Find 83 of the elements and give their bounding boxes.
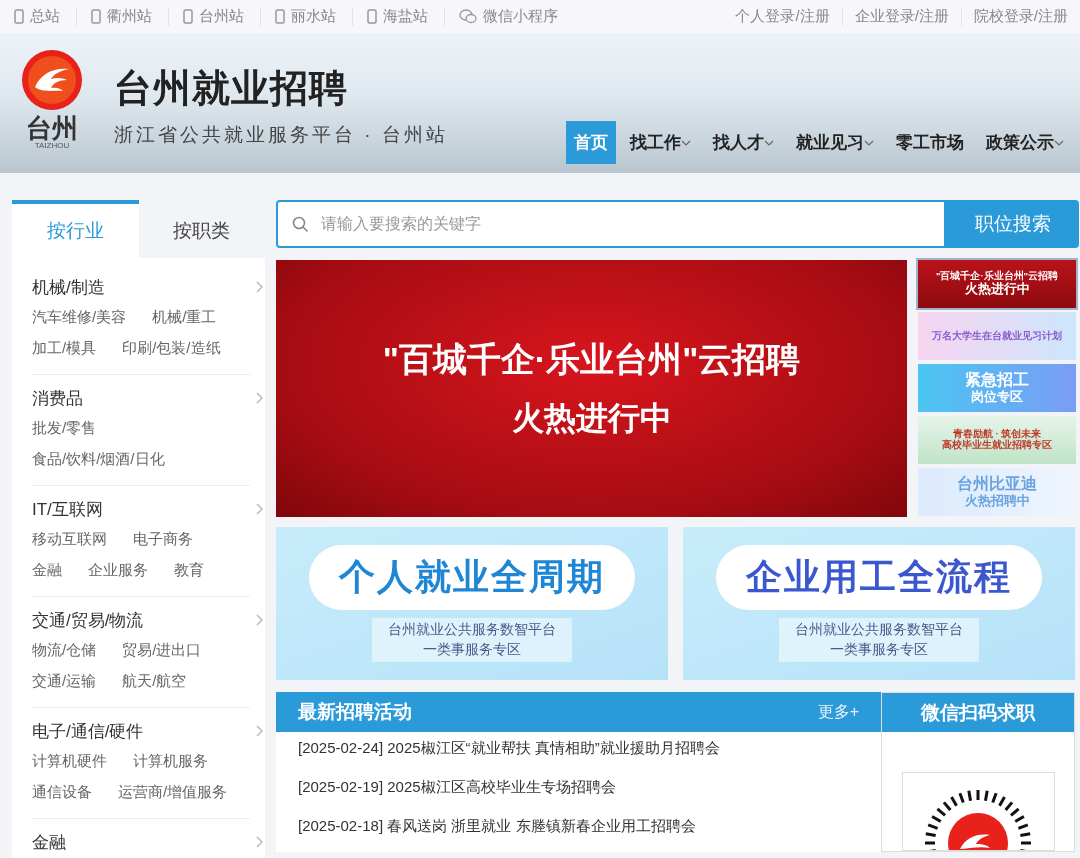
logo-subtext: TAIZHOU [34,141,70,150]
site-link[interactable]: 台州站 [183,7,261,26]
subcategory-link[interactable]: 电子商务 [133,530,193,549]
search-bar[interactable]: 请输入要搜索的关键字 [276,200,946,248]
wechat-icon [459,9,477,24]
category-title[interactable]: 消费品 [32,383,264,413]
nav-item[interactable]: 政策公示 [978,121,1072,164]
site-link[interactable]: 海盐站 [367,7,445,26]
subcategory-link[interactable]: 教育 [174,561,204,580]
service-card[interactable]: 个人就业全周期 台州就业公共服务数智平台 一类事服务专区 [276,527,668,680]
caret-icon [1054,139,1064,146]
subcategory-link[interactable]: 印刷/包装/造纸 [122,339,221,358]
subcategory-link[interactable]: 运营商/增值服务 [118,783,228,802]
subcategory-link[interactable]: 企业服务 [88,561,148,580]
news-link[interactable]: [2025-02-18] 春风送岗 浙里就业 东塍镇新春企业用工招聘会 [276,810,881,849]
subcategory-link[interactable]: 航天/航空 [122,672,187,691]
search-button[interactable]: 职位搜索 [946,200,1079,248]
phone-icon [14,9,24,24]
sidebar-tab[interactable]: 按行业 [12,200,139,258]
subcategory-link[interactable]: 物流/仓储 [32,641,97,660]
news-link[interactable]: [2025-02-19] 2025椒江区高校毕业生专场招聘会 [276,771,881,810]
site-link[interactable]: 总站 [14,7,77,26]
site-link[interactable]: 丽水站 [275,7,353,26]
search-field[interactable]: 请输入要搜索的关键字 [319,214,930,234]
banner-thumbnail[interactable]: "百城千企·乐业台州"云招聘 火热进行中 [918,260,1076,308]
chevron-icon [256,725,264,737]
search-icon [292,215,309,233]
subcategory-link[interactable]: 通信设备 [32,783,92,802]
card-subtitle: 台州就业公共服务数智平台 一类事服务专区 [372,618,572,662]
subcategory-link[interactable]: 批发/零售 [32,419,97,438]
card-subtitle: 台州就业公共服务数智平台 一类事服务专区 [779,618,979,662]
panel-title: 微信扫码求职 [882,693,1074,733]
nav-item[interactable]: 就业见习 [788,121,882,164]
banner-thumbnail[interactable]: 万名大学生在台就业见习计划 [918,312,1076,360]
news-link[interactable]: [2025-02-24] 2025椒江区“就业帮扶 真情相助”就业援助月招聘会 [276,732,881,771]
chevron-icon [256,392,264,404]
banner-title: "百城千企·乐业台州"云招聘 [382,338,801,380]
phone-icon [183,9,193,24]
phone-icon [367,9,377,24]
chevron-icon [256,614,264,626]
subcategory-link[interactable]: 贸易/进出口 [122,641,202,660]
chevron-icon [256,503,264,515]
subcategory-link[interactable]: 交通/运输 [32,672,97,691]
category-title[interactable]: 金融 [32,827,264,857]
promo-banner[interactable]: "百城千企·乐业台州"云招聘 火热进行中 [276,260,907,517]
subcategory-link[interactable]: 计算机硬件 [32,752,107,771]
site-link[interactable]: 衢州站 [91,7,169,26]
banner-thumbnail[interactable]: 青春励航 · 筑创未来 高校毕业生就业招聘专区 [918,416,1076,464]
login-link[interactable]: 院校登录/注册 [960,7,1080,26]
subcategory-link[interactable]: 机械/重工 [152,308,217,327]
subcategory-link[interactable]: 金融 [32,561,62,580]
nav-item[interactable]: 零工市场 [888,121,972,164]
card-title: 个人就业全周期 [309,545,635,611]
category-title[interactable]: 电子/通信/硬件 [32,716,264,746]
category-title[interactable]: 交通/贸易/物流 [32,605,264,635]
logo-icon [21,49,83,111]
card-title: 企业用工全流程 [716,545,1042,611]
subcategory-link[interactable]: 移动互联网 [32,530,107,549]
subcategory-link[interactable]: 食品/饮料/烟酒/日化 [32,450,165,469]
logo-text: 台州 [26,115,78,141]
nav-item[interactable]: 首页 [566,121,616,164]
nav-item[interactable]: 找工作 [622,121,699,164]
subcategory-link[interactable]: 汽车维修/美容 [32,308,127,327]
caret-icon [681,139,691,146]
subcategory-link[interactable]: 加工/模具 [32,339,97,358]
nav-item[interactable]: 找人才 [705,121,782,164]
site-subtitle: 浙江省公共就业服务平台 · 台州站 [114,123,448,147]
login-link[interactable]: 个人登录/注册 [723,7,842,26]
site-title: 台州就业招聘 [114,66,349,111]
service-card[interactable]: 企业用工全流程 台州就业公共服务数智平台 一类事服务专区 [683,527,1075,680]
panel-title: 最新招聘活动 [298,700,412,724]
category-title[interactable]: IT/互联网 [32,494,264,524]
category-title[interactable]: 机械/制造 [32,272,264,302]
subcategory-link[interactable]: 计算机服务 [133,752,208,771]
chevron-icon [256,281,264,293]
phone-icon [275,9,285,24]
caret-icon [864,139,874,146]
login-link[interactable]: 企业登录/注册 [841,7,961,26]
site-link[interactable]: 微信小程序 [459,7,574,26]
chevron-icon [256,836,264,848]
phone-icon [91,9,101,24]
caret-icon [764,139,774,146]
banner-subtitle: 火热进行中 [511,398,672,438]
